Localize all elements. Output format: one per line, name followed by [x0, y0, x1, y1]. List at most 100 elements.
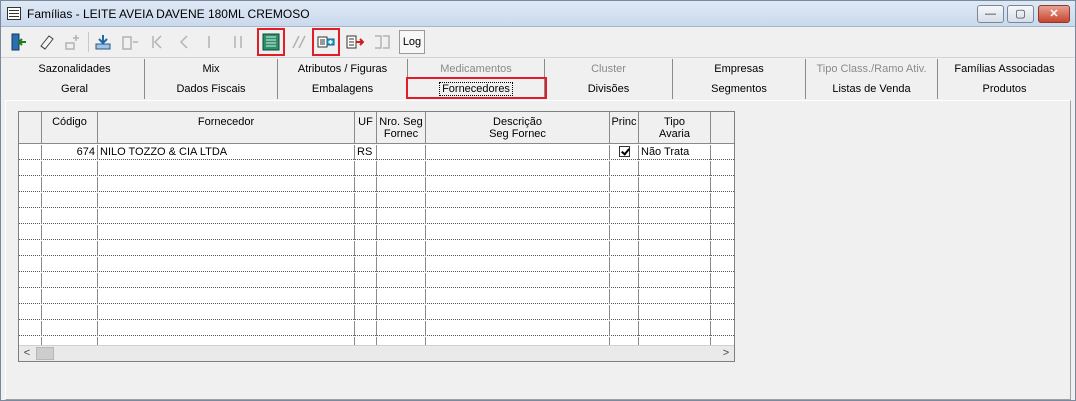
empty-cell[interactable]: [377, 289, 426, 304]
empty-cell[interactable]: [355, 305, 377, 320]
empty-cell[interactable]: [42, 321, 98, 336]
log-button[interactable]: Log: [399, 30, 425, 54]
empty-cell[interactable]: [610, 209, 639, 224]
empty-cell[interactable]: [426, 193, 610, 208]
empty-cell[interactable]: [426, 161, 610, 176]
last-record-icon[interactable]: [226, 30, 250, 54]
header-princ[interactable]: Princ: [610, 112, 639, 144]
empty-table-row[interactable]: [19, 161, 734, 176]
empty-cell[interactable]: [98, 321, 355, 336]
empty-table-row[interactable]: [19, 257, 734, 272]
empty-cell[interactable]: [355, 321, 377, 336]
princ-checkbox[interactable]: [618, 146, 630, 157]
next-record-icon[interactable]: [199, 30, 223, 54]
header-fornecedor[interactable]: Fornecedor: [98, 112, 355, 144]
empty-cell[interactable]: [19, 225, 42, 240]
empty-cell[interactable]: [610, 193, 639, 208]
empty-cell[interactable]: [98, 225, 355, 240]
empty-cell[interactable]: [610, 177, 639, 192]
empty-cell[interactable]: [98, 193, 355, 208]
empty-cell[interactable]: [639, 257, 711, 272]
empty-cell[interactable]: [377, 321, 426, 336]
cell-nro-seg-fornec[interactable]: [377, 145, 426, 160]
empty-cell[interactable]: [42, 241, 98, 256]
empty-cell[interactable]: [426, 225, 610, 240]
empty-cell[interactable]: [355, 209, 377, 224]
exit-icon[interactable]: [7, 30, 31, 54]
eraser-icon[interactable]: [34, 30, 58, 54]
empty-cell[interactable]: [639, 161, 711, 176]
empty-cell[interactable]: [355, 257, 377, 272]
empty-cell[interactable]: [355, 193, 377, 208]
empty-cell[interactable]: [19, 177, 42, 192]
empty-cell[interactable]: [639, 225, 711, 240]
tab-sazonalidades[interactable]: Sazonalidades: [5, 59, 145, 79]
empty-cell[interactable]: [426, 257, 610, 272]
empty-cell[interactable]: [355, 161, 377, 176]
formula-icon[interactable]: [287, 30, 311, 54]
grid-view-icon[interactable]: [257, 28, 285, 56]
empty-cell[interactable]: [42, 257, 98, 272]
empty-table-row[interactable]: [19, 241, 734, 256]
empty-cell[interactable]: [19, 193, 42, 208]
scroll-right-arrow-icon[interactable]: >: [718, 346, 734, 361]
empty-cell[interactable]: [42, 273, 98, 288]
empty-cell[interactable]: [610, 241, 639, 256]
empty-cell[interactable]: [610, 225, 639, 240]
empty-cell[interactable]: [377, 241, 426, 256]
empty-cell[interactable]: [42, 289, 98, 304]
tab-familias-associadas[interactable]: Famílias Associadas: [938, 59, 1071, 79]
empty-cell[interactable]: [610, 305, 639, 320]
tab-produtos[interactable]: Produtos: [938, 79, 1071, 99]
header-uf[interactable]: UF: [355, 112, 377, 144]
add-supplier-icon[interactable]: [312, 28, 340, 56]
suppliers-grid[interactable]: Código Fornecedor UF Nro. Seg Fornec Desc…: [18, 111, 735, 362]
empty-cell[interactable]: [426, 209, 610, 224]
tab-empresas[interactable]: Empresas: [673, 59, 806, 79]
remove-record-icon[interactable]: [118, 30, 142, 54]
empty-cell[interactable]: [98, 289, 355, 304]
empty-cell[interactable]: [98, 305, 355, 320]
empty-cell[interactable]: [98, 241, 355, 256]
empty-table-row[interactable]: [19, 177, 734, 192]
empty-cell[interactable]: [610, 257, 639, 272]
empty-cell[interactable]: [377, 193, 426, 208]
empty-cell[interactable]: [19, 209, 42, 224]
cell-princ[interactable]: [610, 145, 639, 160]
scroll-left-arrow-icon[interactable]: <: [19, 346, 35, 361]
empty-cell[interactable]: [42, 177, 98, 192]
empty-cell[interactable]: [355, 289, 377, 304]
empty-cell[interactable]: [19, 305, 42, 320]
header-nro-seg-fornec[interactable]: Nro. Seg Fornec: [377, 112, 426, 144]
empty-table-row[interactable]: [19, 193, 734, 208]
empty-cell[interactable]: [639, 321, 711, 336]
empty-cell[interactable]: [42, 193, 98, 208]
cell-codigo[interactable]: 674: [42, 145, 98, 160]
first-record-icon[interactable]: [145, 30, 169, 54]
empty-cell[interactable]: [355, 273, 377, 288]
tab-geral[interactable]: Geral: [5, 79, 145, 99]
empty-cell[interactable]: [426, 305, 610, 320]
split-icon[interactable]: [370, 30, 394, 54]
empty-table-row[interactable]: [19, 273, 734, 288]
table-row[interactable]: 674 NILO TOZZO & CIA LTDA RS Não Trata: [19, 145, 734, 160]
scroll-thumb[interactable]: [36, 347, 54, 360]
add-record-icon[interactable]: [61, 30, 85, 54]
empty-table-row[interactable]: [19, 209, 734, 224]
tab-segmentos[interactable]: Segmentos: [673, 79, 806, 99]
empty-cell[interactable]: [426, 289, 610, 304]
empty-cell[interactable]: [639, 273, 711, 288]
empty-cell[interactable]: [42, 225, 98, 240]
horizontal-scrollbar[interactable]: < >: [19, 345, 734, 361]
tab-fornecedores[interactable]: Fornecedores: [408, 79, 545, 99]
empty-cell[interactable]: [639, 241, 711, 256]
tab-listas-de-venda[interactable]: Listas de Venda: [806, 79, 938, 99]
cell-uf[interactable]: RS: [355, 145, 377, 160]
export-icon[interactable]: [343, 30, 367, 54]
empty-cell[interactable]: [355, 241, 377, 256]
empty-cell[interactable]: [42, 209, 98, 224]
cell-fornecedor[interactable]: NILO TOZZO & CIA LTDA: [98, 145, 355, 160]
empty-cell[interactable]: [42, 305, 98, 320]
empty-cell[interactable]: [639, 289, 711, 304]
header-descricao-seg-fornec[interactable]: Descrição Seg Fornec: [426, 112, 610, 144]
